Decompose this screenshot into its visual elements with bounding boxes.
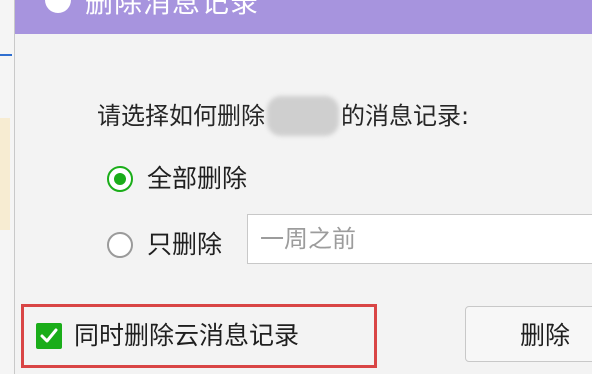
cloud-delete-label: 同时删除云消息记录	[74, 321, 300, 350]
cloud-delete-checkbox[interactable]	[36, 323, 62, 349]
option-delete-all[interactable]: 全部删除	[107, 164, 247, 194]
blurred-contact-name	[267, 96, 339, 136]
option-delete-all-label: 全部删除	[147, 164, 248, 193]
option-delete-only[interactable]: 只删除	[107, 230, 222, 260]
cloud-delete-option[interactable]: 同时删除云消息记录	[21, 304, 377, 368]
background-link-underline	[0, 54, 12, 56]
time-range-input[interactable]	[247, 214, 592, 264]
delete-prompt: 请选择如何删除 的消息记录:	[97, 96, 469, 136]
radio-delete-only[interactable]	[107, 232, 133, 258]
delete-history-dialog: 删除消息记录 请选择如何删除 的消息记录: 全部删除 只删除 同时删除云消息记录…	[14, 0, 592, 374]
background-app-edge	[0, 0, 14, 374]
delete-button[interactable]: 删除	[465, 306, 592, 362]
dialog-titlebar: 删除消息记录	[15, 0, 592, 34]
option-delete-only-label: 只删除	[147, 230, 223, 259]
checkmark-icon	[40, 328, 58, 343]
radio-delete-all[interactable]	[107, 166, 133, 192]
prompt-text-after: 的消息记录:	[341, 102, 470, 130]
dialog-title: 删除消息记录	[85, 0, 260, 19]
prompt-text-before: 请选择如何删除	[97, 102, 265, 130]
app-circle-icon	[45, 0, 71, 13]
background-panel	[0, 118, 10, 230]
